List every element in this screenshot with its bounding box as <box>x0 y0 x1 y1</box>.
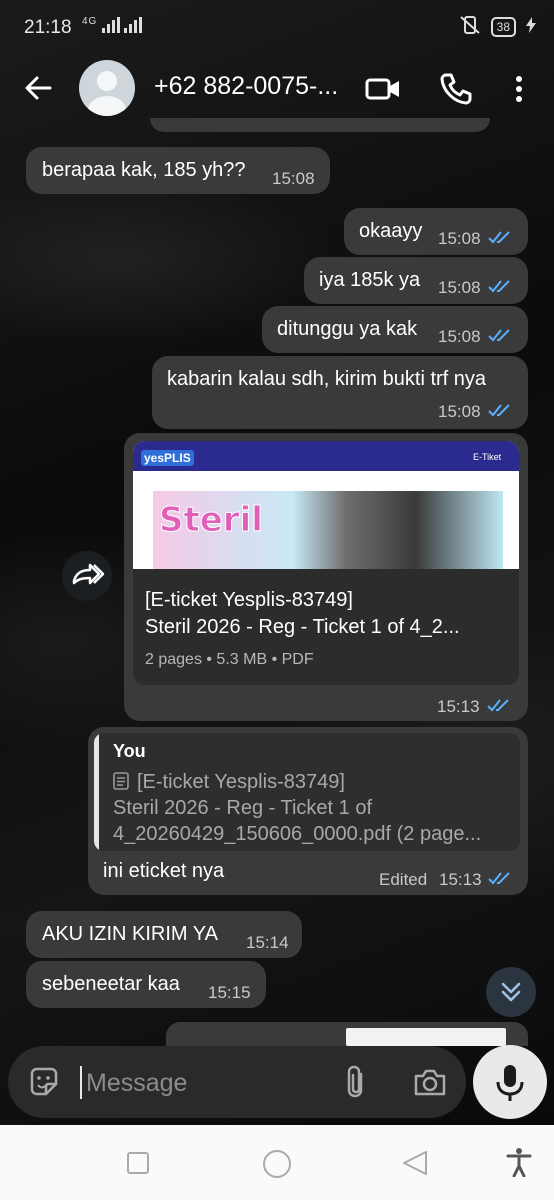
back-arrow-icon[interactable] <box>20 70 56 106</box>
message-bubble-partial <box>166 1022 528 1046</box>
message-time: 15:08 <box>438 402 481 421</box>
status-time: 21:18 <box>24 17 72 38</box>
status-bar: 21:18 4G 38 <box>0 0 554 56</box>
more-options-icon[interactable] <box>500 70 538 108</box>
double-chevron-down-icon <box>501 982 521 1002</box>
recents-icon[interactable] <box>127 1152 149 1174</box>
battery-icon: 38 <box>490 16 516 37</box>
message-text: ditunggu ya kak <box>277 318 418 340</box>
message-text: okaayy <box>359 220 423 242</box>
video-call-icon[interactable] <box>364 70 402 108</box>
message-incoming[interactable]: sebeneetar kaa 15:15 <box>26 961 266 1008</box>
home-icon[interactable] <box>262 1149 292 1179</box>
message-time: 15:15 <box>208 983 251 1002</box>
camera-icon[interactable] <box>412 1064 448 1100</box>
message-outgoing-reply[interactable]: You [E-ticket Yesplis-83749] Steril 2026… <box>88 727 528 895</box>
message-incoming[interactable]: berapaa kak, 185 yh?? 15:08 <box>26 147 330 194</box>
message-incoming[interactable]: AKU IZIN KIRIM YA 15:14 <box>26 911 302 958</box>
message-time: 15:08 <box>272 169 315 188</box>
message-text: sebeneetar kaa <box>42 973 180 995</box>
document-thumbnail: yesPLIS E-Tiket Steril <box>133 441 519 569</box>
microphone-icon <box>496 1065 524 1101</box>
document-meta: 2 pages • 5.3 MB • PDF <box>145 651 314 668</box>
scroll-to-bottom-button[interactable] <box>486 967 536 1017</box>
sticker-icon[interactable] <box>26 1064 62 1100</box>
message-outgoing[interactable]: kabarin kalau sdh, kirim bukti trf nya 1… <box>152 356 528 429</box>
message-text: iya 185k ya <box>319 269 421 291</box>
forward-button[interactable] <box>62 551 112 601</box>
document-title: [E-ticket Yesplis-83749] Steril 2026 - R… <box>145 589 460 638</box>
network-type: 4G <box>82 16 98 27</box>
chat-header: +62 882-0075-... <box>0 56 554 122</box>
message-bubble-partial <box>150 118 490 132</box>
read-receipt-icon <box>488 872 510 885</box>
message-text: kabarin kalau sdh, kirim bukti trf nya <box>167 368 487 390</box>
message-outgoing[interactable]: ditunggu ya kak 15:08 <box>262 306 528 353</box>
svg-text:Steril: Steril <box>159 500 263 540</box>
message-time: 15:08 <box>438 327 481 346</box>
message-outgoing[interactable]: okaayy 15:08 <box>344 208 528 255</box>
steril-logo-graphic: Steril <box>159 500 264 541</box>
message-text: ini eticket nya <box>103 860 225 882</box>
phone-call-icon[interactable] <box>437 70 475 108</box>
vibrate-mute-icon <box>459 15 481 38</box>
edited-label: Edited <box>379 870 428 889</box>
quoted-message[interactable]: You [E-ticket Yesplis-83749] Steril 2026… <box>94 733 520 851</box>
system-navigation-bar <box>0 1125 554 1200</box>
message-text: AKU IZIN KIRIM YA <box>42 923 218 945</box>
read-receipt-icon <box>488 231 510 244</box>
back-nav-icon[interactable] <box>402 1150 428 1176</box>
message-outgoing-document[interactable]: yesPLIS E-Tiket Steril [E-ticket Yesplis… <box>124 433 528 721</box>
read-receipt-icon <box>487 699 509 712</box>
message-time: 15:08 <box>438 278 481 297</box>
charging-icon <box>526 17 536 36</box>
read-receipt-icon <box>488 329 510 342</box>
voice-message-button[interactable] <box>473 1045 547 1119</box>
document-preview[interactable]: yesPLIS E-Tiket Steril [E-ticket Yesplis… <box>133 441 519 685</box>
quote-text: [E-ticket Yesplis-83749] Steril 2026 - R… <box>113 771 482 845</box>
message-time: 15:14 <box>246 933 289 952</box>
attachment-icon[interactable] <box>341 1064 371 1100</box>
read-receipt-icon <box>488 404 510 417</box>
quote-author: You <box>113 741 146 761</box>
contact-name[interactable]: +62 882-0075-... <box>154 72 338 101</box>
message-time: 15:08 <box>438 229 481 248</box>
signal-icon: 4G <box>82 16 142 33</box>
yesplis-logo: yesPLIS <box>141 450 194 466</box>
message-input[interactable] <box>84 1063 328 1103</box>
read-receipt-icon <box>488 280 510 293</box>
e-tiket-badge: E-Tiket <box>473 452 502 462</box>
message-text: berapaa kak, 185 yh?? <box>42 159 246 181</box>
message-outgoing[interactable]: iya 185k ya 15:08 <box>304 257 528 304</box>
text-cursor <box>80 1066 82 1099</box>
message-time: 15:13 <box>439 870 482 889</box>
avatar[interactable] <box>79 60 135 116</box>
message-composer <box>8 1046 466 1118</box>
forward-icon <box>72 563 105 585</box>
accessibility-icon[interactable] <box>506 1147 532 1177</box>
message-time: 15:13 <box>437 697 480 716</box>
default-avatar-icon <box>88 71 126 116</box>
